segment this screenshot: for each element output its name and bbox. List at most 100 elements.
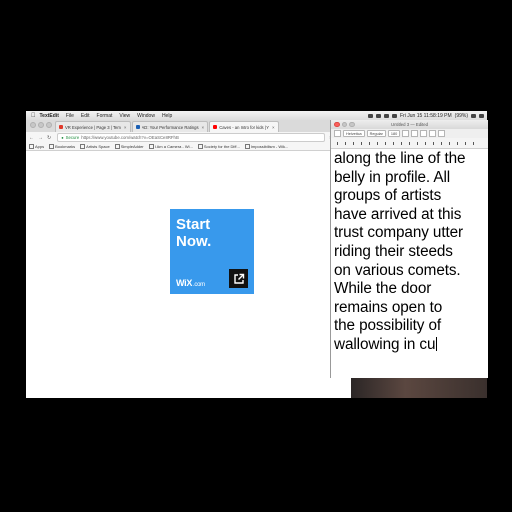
bookmark-bookmarks[interactable]: Bookmarks — [49, 144, 75, 149]
bookmark-impossibilism[interactable]: Impossibilism - Wik... — [244, 144, 289, 149]
text-editor-area[interactable]: along the line of the belly in profile. … — [331, 149, 488, 355]
underline-button[interactable] — [438, 130, 446, 137]
bookmark-simpleadder[interactable]: SimpleAdder — [114, 144, 144, 149]
format-bar: Helvetica Regular 180 — [331, 129, 488, 138]
bookmarks-bar: Apps Bookmarks Artists Space SimpleAdder… — [26, 143, 351, 151]
font-family-popup[interactable]: Helvetica — [343, 130, 365, 137]
tab-favicon-icon — [59, 125, 63, 129]
font-style-popup[interactable]: Regular — [366, 130, 386, 137]
tab-label: VR Experience | Page 3 | Tem — [65, 124, 121, 130]
text-line: riding their steeds — [334, 242, 453, 260]
bookmark-apps[interactable]: Apps — [29, 144, 44, 149]
volume-icon[interactable] — [392, 113, 398, 118]
status-icon[interactable] — [376, 113, 382, 118]
textedit-window: Untitled 3 — Edited Helvetica Regular 18… — [330, 120, 488, 378]
tab-close-icon[interactable]: × — [272, 125, 275, 130]
page-content: Start Now. WiX.com — [26, 151, 351, 398]
text-color-button[interactable] — [402, 130, 410, 137]
ruler[interactable] — [331, 138, 488, 149]
menu-bar:  TextEdit File Edit Format View Window … — [26, 111, 487, 120]
clock[interactable]: Fri Jun 15 11:58:19 PM — [400, 113, 452, 119]
menu-file[interactable]: File — [66, 113, 74, 119]
page-icon — [114, 144, 120, 149]
window-controls — [26, 122, 55, 132]
text-caret — [436, 336, 438, 351]
wix-ad[interactable]: Start Now. WiX.com — [170, 209, 254, 294]
text-line: trust company utter — [334, 224, 464, 242]
paragraph-style-button[interactable] — [334, 130, 341, 137]
tab-performance-ratings[interactable]: AD: Your Performance Ratings × — [131, 121, 209, 132]
status-area: Fri Jun 15 11:58:19 PM (99%) — [368, 113, 487, 119]
bookmark-label: Apps — [35, 144, 45, 149]
youtube-favicon-icon — [213, 125, 218, 129]
bookmark-artists-space[interactable]: Artists Space — [80, 144, 110, 149]
wix-logo: WiX.com — [176, 278, 205, 288]
menu-edit[interactable]: Edit — [81, 113, 90, 119]
battery-percent[interactable]: (99%) — [455, 113, 468, 119]
text-line-content: wallowing in cu — [334, 335, 436, 353]
text-line: the possibility of — [334, 317, 442, 335]
wikipedia-icon — [244, 144, 250, 149]
tab-favicon-icon — [135, 125, 140, 129]
font-size-popup[interactable]: 180 — [387, 130, 401, 137]
bookmark-label: SimpleAdder — [120, 144, 144, 149]
text-line-last: wallowing in cu — [334, 336, 486, 355]
tab-close-icon[interactable]: × — [124, 125, 127, 130]
bookmark-label: Impossibilism - Wik... — [250, 144, 289, 149]
tab-vr-experience[interactable]: VR Experience | Page 3 | Tem × — [55, 121, 131, 132]
textedit-titlebar: Untitled 3 — Edited — [331, 120, 488, 129]
forward-arrow-icon[interactable]: → — [38, 135, 43, 141]
text-line: groups of artists — [334, 187, 442, 205]
text-line: have arrived at this — [334, 205, 462, 223]
external-link-button[interactable] — [229, 269, 248, 288]
wifi-icon[interactable] — [384, 113, 390, 118]
text-line: on various comets. — [334, 261, 461, 279]
close-window-button[interactable] — [30, 122, 36, 128]
text-line: While the door — [334, 280, 432, 298]
bookmark-label: Society for the Diff... — [203, 144, 240, 149]
back-arrow-icon[interactable]: ← — [29, 135, 34, 141]
tab-label: AD: Your Performance Ratings — [141, 124, 199, 130]
menu-view[interactable]: View — [119, 113, 130, 119]
address-bar[interactable]: ● Secure https://www.youtube.com/watch?v… — [57, 133, 325, 142]
status-icon[interactable] — [368, 113, 374, 118]
menu-window[interactable]: Window — [137, 113, 155, 119]
battery-icon[interactable] — [471, 113, 476, 118]
page-icon — [80, 144, 86, 149]
tab-caves-youtube[interactable]: Caves - an Intro for kids (Y × — [209, 121, 279, 132]
text-line: along the line of the — [334, 150, 466, 167]
secure-label: Secure — [65, 135, 80, 140]
window-title: Untitled 3 — Edited — [390, 122, 429, 127]
bookmark-label: Artists Space — [86, 144, 110, 149]
apps-grid-icon — [29, 144, 34, 149]
italic-button[interactable] — [429, 130, 437, 137]
zoom-window-button[interactable] — [46, 122, 52, 128]
chrome-window: VR Experience | Page 3 | Tem × AD: Your … — [26, 120, 351, 398]
tab-strip: VR Experience | Page 3 | Tem × AD: Your … — [26, 120, 351, 132]
reload-icon[interactable]: ↻ — [47, 135, 51, 141]
menu-textedit[interactable]: TextEdit — [40, 113, 59, 119]
bold-button[interactable] — [420, 130, 428, 137]
tab-label: Caves - an Intro for kids (Y — [219, 124, 269, 130]
highlight-color-button[interactable] — [411, 130, 419, 137]
bookmark-label: Bookmarks — [55, 144, 76, 149]
bookmark-i-am-a-camera[interactable]: I Am a Camera - Wi... — [148, 144, 193, 149]
bookmark-label: I Am a Camera - Wi... — [154, 144, 193, 149]
desktop-background — [351, 378, 487, 398]
browser-toolbar: ← → ↻ ● Secure https://www.youtube.com/w… — [26, 132, 351, 143]
spotlight-icon[interactable] — [479, 113, 484, 118]
bookmark-society[interactable]: Society for the Diff... — [197, 144, 240, 149]
url-text[interactable]: https://www.youtube.com/watch?v=OEaSCe8R… — [81, 135, 179, 140]
apple-menu-icon[interactable]:  — [31, 113, 36, 119]
menu-format[interactable]: Format — [97, 113, 113, 119]
wikipedia-icon — [197, 144, 203, 149]
minimize-window-button[interactable] — [38, 122, 44, 128]
wikipedia-icon — [148, 144, 154, 149]
tab-close-icon[interactable]: × — [202, 125, 205, 130]
text-line: belly in profile. All — [334, 168, 451, 186]
folder-icon — [49, 144, 55, 149]
ad-headline: Start Now. — [176, 216, 212, 250]
text-line: remains open to — [334, 298, 443, 316]
menu-help[interactable]: Help — [162, 113, 172, 119]
lock-icon: ● — [61, 135, 64, 140]
